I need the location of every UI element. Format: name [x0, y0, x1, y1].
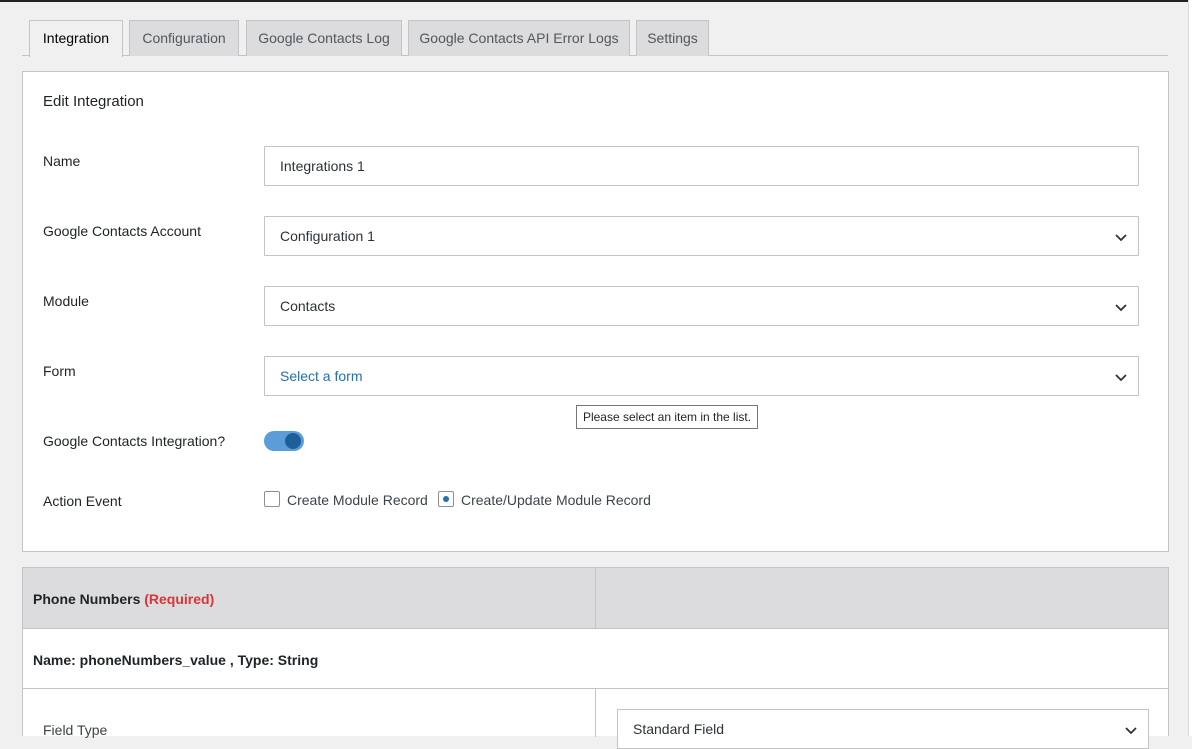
- name-input[interactable]: Integrations 1: [264, 146, 1139, 186]
- chevron-down-icon: [1115, 374, 1127, 382]
- tab-bar: Integration Configuration Google Contact…: [22, 20, 1168, 57]
- integration-toggle-label: Google Contacts Integration?: [43, 433, 226, 449]
- form-select[interactable]: Select a form: [264, 356, 1139, 396]
- create-update-record-label[interactable]: Create/Update Module Record: [461, 492, 651, 508]
- edit-integration-panel: Edit Integration Name Integrations 1 Goo…: [22, 71, 1169, 552]
- tab-settings[interactable]: Settings: [636, 20, 709, 56]
- tab-configuration[interactable]: Configuration: [129, 20, 239, 56]
- scrollbar-track[interactable]: [1188, 0, 1192, 736]
- name-input-value: Integrations 1: [280, 158, 365, 174]
- field-type-select[interactable]: Standard Field: [617, 709, 1149, 749]
- mapping-header-row: Phone Numbers (Required): [23, 568, 1168, 629]
- panel-title: Edit Integration: [43, 93, 144, 110]
- action-event-label: Action Event: [43, 493, 122, 509]
- integration-toggle[interactable]: [264, 431, 304, 451]
- name-label: Name: [43, 153, 81, 169]
- module-select[interactable]: Contacts: [264, 286, 1139, 326]
- module-select-value: Contacts: [280, 298, 336, 314]
- account-select[interactable]: Configuration 1: [264, 216, 1139, 256]
- window-top-border: [0, 0, 1192, 2]
- account-select-value: Configuration 1: [280, 228, 375, 244]
- tab-api-error-logs[interactable]: Google Contacts API Error Logs: [408, 20, 630, 56]
- column-divider: [595, 568, 596, 629]
- create-update-record-checkbox[interactable]: [438, 491, 454, 507]
- chevron-down-icon: [1115, 304, 1127, 312]
- validation-tooltip: Please select an item in the list.: [576, 405, 758, 429]
- mapping-field-title: Phone Numbers (Required): [33, 591, 214, 607]
- form-select-value: Select a form: [280, 368, 363, 384]
- create-record-label[interactable]: Create Module Record: [287, 492, 428, 508]
- mapping-meta-row: Name: phoneNumbers_value , Type: String: [23, 629, 1168, 689]
- chevron-down-icon: [1125, 727, 1137, 735]
- tab-google-contacts-log[interactable]: Google Contacts Log: [246, 20, 402, 56]
- create-record-checkbox[interactable]: [264, 491, 280, 507]
- chevron-down-icon: [1115, 234, 1127, 242]
- toggle-knob: [285, 433, 301, 449]
- checked-dot-icon: [443, 496, 449, 502]
- field-meta: Name: phoneNumbers_value , Type: String: [33, 652, 319, 668]
- account-label: Google Contacts Account: [43, 223, 201, 239]
- tab-integration[interactable]: Integration: [29, 20, 123, 57]
- field-mapping-table: Phone Numbers (Required) Name: phoneNumb…: [22, 567, 1169, 749]
- required-badge: (Required): [144, 591, 215, 607]
- column-divider: [595, 689, 596, 737]
- mapping-type-row: Field Type Standard Field: [23, 689, 1168, 749]
- form-label: Form: [43, 363, 76, 379]
- field-name: Phone Numbers: [33, 591, 141, 607]
- field-type-value: Standard Field: [633, 721, 725, 737]
- module-label: Module: [43, 293, 89, 309]
